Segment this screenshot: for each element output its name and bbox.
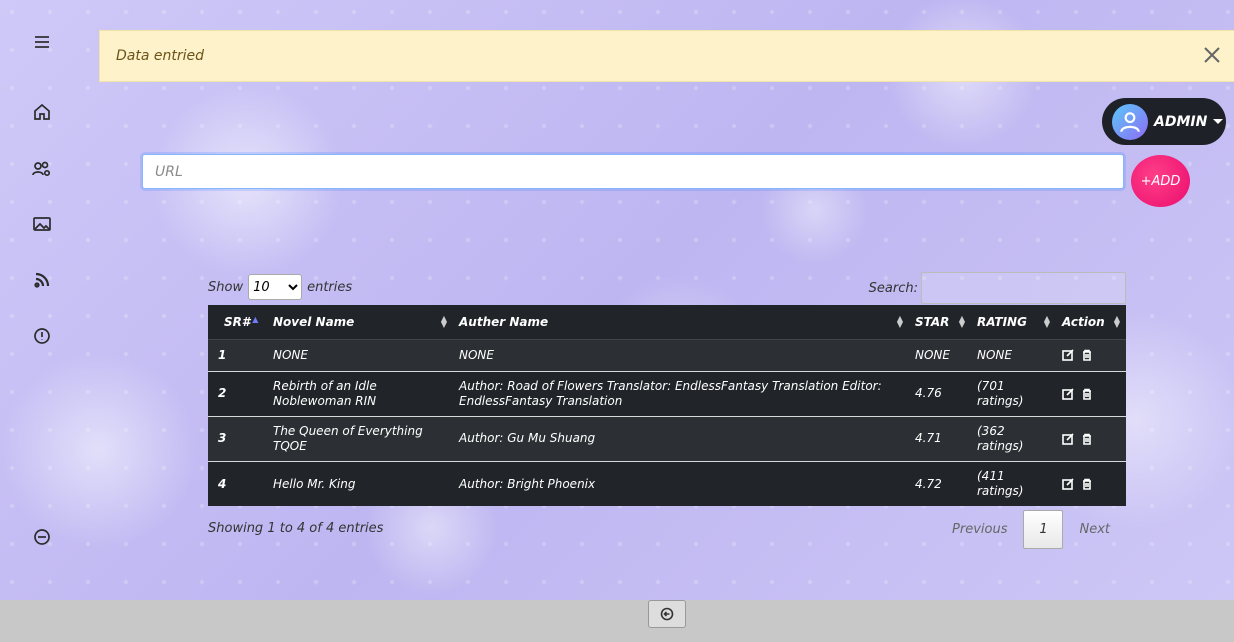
- cell-sr: 3: [208, 415, 267, 461]
- cell-star: 4.72: [909, 460, 971, 506]
- cell-action: [1056, 338, 1126, 371]
- header-rating[interactable]: RATING ▲ ▼: [971, 305, 1056, 340]
- search-control: Search:: [869, 272, 1126, 304]
- cell-rating: NONE: [971, 338, 1056, 371]
- cell-author: Author: Road of Flowers Translator: Endl…: [453, 370, 909, 416]
- table-row: 4 Hello Mr. King Author: Bright Phoenix …: [208, 460, 1126, 506]
- novels-table: SR# ▲ Novel Name ▲ ▼ Auther Name ▲ ▼ STAR ▲ ▼ R…: [208, 305, 1126, 506]
- cell-action: [1056, 370, 1126, 416]
- sort-asc-icon: ▲: [252, 314, 259, 324]
- alert-banner: Data entried: [99, 30, 1234, 82]
- previous-button[interactable]: Previous: [936, 522, 1023, 537]
- next-button[interactable]: Next: [1063, 522, 1126, 537]
- cell-novel: Rebirth of an Idle Noblewoman RIN: [267, 370, 453, 416]
- edit-icon[interactable]: [1062, 387, 1074, 400]
- sort-icon: ▲ ▼: [896, 314, 903, 329]
- cell-star: 4.76: [909, 370, 971, 416]
- table-row: 3 The Queen of Everything TQOE Author: G…: [208, 415, 1126, 461]
- edit-icon[interactable]: [1062, 432, 1074, 445]
- chevron-down-icon: [1213, 119, 1224, 124]
- table-info: Showing 1 to 4 of 4 entries: [208, 521, 384, 536]
- table-header-row: SR# ▲ Novel Name ▲ ▼ Auther Name ▲ ▼ STAR ▲ ▼ R…: [208, 305, 1126, 340]
- header-action[interactable]: Action ▲ ▼: [1056, 305, 1126, 340]
- sidebar: [0, 0, 84, 600]
- trash-icon[interactable]: [1081, 388, 1093, 400]
- rss-icon[interactable]: [30, 268, 54, 292]
- logout-icon[interactable]: [30, 525, 54, 549]
- cell-novel: Hello Mr. King: [267, 460, 453, 506]
- cell-action: [1056, 460, 1126, 506]
- pagination: Previous 1 Next: [936, 510, 1126, 549]
- cell-novel: NONE: [267, 338, 453, 371]
- search-label: Search:: [868, 280, 918, 296]
- sort-icon: ▲ ▼: [440, 314, 447, 329]
- cell-novel: The Queen of Everything TQOE: [267, 415, 453, 461]
- cell-author: Author: Gu Mu Shuang: [453, 415, 909, 461]
- header-novel-name[interactable]: Novel Name ▲ ▼: [267, 305, 453, 340]
- cell-rating: (411 ratings): [971, 460, 1056, 506]
- menu-icon[interactable]: [30, 30, 54, 54]
- cell-star: 4.71: [909, 415, 971, 461]
- cell-sr: 1: [208, 338, 267, 371]
- sort-icon: ▲ ▼: [1113, 314, 1120, 329]
- table-row: 2 Rebirth of an Idle Noblewoman RIN Auth…: [208, 370, 1126, 416]
- trash-icon[interactable]: [1081, 433, 1093, 445]
- arrow-left-circle-icon: [660, 607, 674, 621]
- cell-rating: (362 ratings): [971, 415, 1056, 461]
- user-icon: [1120, 111, 1140, 132]
- user-menu-label: ADMIN: [1154, 113, 1208, 130]
- cell-sr: 2: [208, 370, 267, 416]
- header-star[interactable]: STAR ▲ ▼: [909, 305, 971, 340]
- table-footer: Showing 1 to 4 of 4 entries Previous 1 N…: [208, 510, 1126, 550]
- header-author-name[interactable]: Auther Name ▲ ▼: [453, 305, 909, 340]
- cell-sr: 4: [208, 460, 267, 506]
- image-icon[interactable]: [30, 212, 54, 236]
- users-settings-icon[interactable]: [30, 157, 54, 181]
- home-icon[interactable]: [30, 100, 54, 124]
- user-menu-button[interactable]: ADMIN: [1102, 98, 1226, 145]
- edit-icon[interactable]: [1062, 349, 1074, 361]
- length-suffix: entries: [307, 279, 353, 295]
- avatar: [1112, 103, 1148, 140]
- search-input[interactable]: [921, 272, 1126, 304]
- table-controls: Show 10 entries Search:: [208, 272, 1126, 304]
- entries-select[interactable]: 10: [248, 274, 303, 300]
- table-row: 1 NONE NONE NONE NONE: [208, 338, 1126, 371]
- trash-icon[interactable]: [1081, 349, 1093, 361]
- cell-author: NONE: [453, 338, 909, 371]
- footer-bar: [0, 600, 1234, 642]
- cell-rating: (701 ratings): [971, 370, 1056, 416]
- sort-icon: ▲ ▼: [958, 314, 965, 329]
- add-button[interactable]: +ADD: [1131, 155, 1190, 207]
- cell-author: Author: Bright Phoenix: [453, 460, 909, 506]
- length-control: Show 10 entries: [208, 274, 352, 300]
- cell-star: NONE: [909, 338, 971, 371]
- alert-message: Data entried: [116, 48, 204, 64]
- header-sr[interactable]: SR# ▲: [208, 305, 267, 340]
- close-icon[interactable]: [1202, 45, 1224, 67]
- info-icon[interactable]: [30, 324, 54, 348]
- sort-icon: ▲ ▼: [1043, 314, 1050, 329]
- back-button[interactable]: [648, 600, 686, 628]
- cell-action: [1056, 415, 1126, 461]
- url-input[interactable]: [142, 154, 1124, 189]
- length-prefix: Show: [208, 279, 244, 295]
- trash-icon[interactable]: [1081, 478, 1093, 490]
- edit-icon[interactable]: [1062, 478, 1074, 490]
- page-button-1[interactable]: 1: [1023, 510, 1064, 549]
